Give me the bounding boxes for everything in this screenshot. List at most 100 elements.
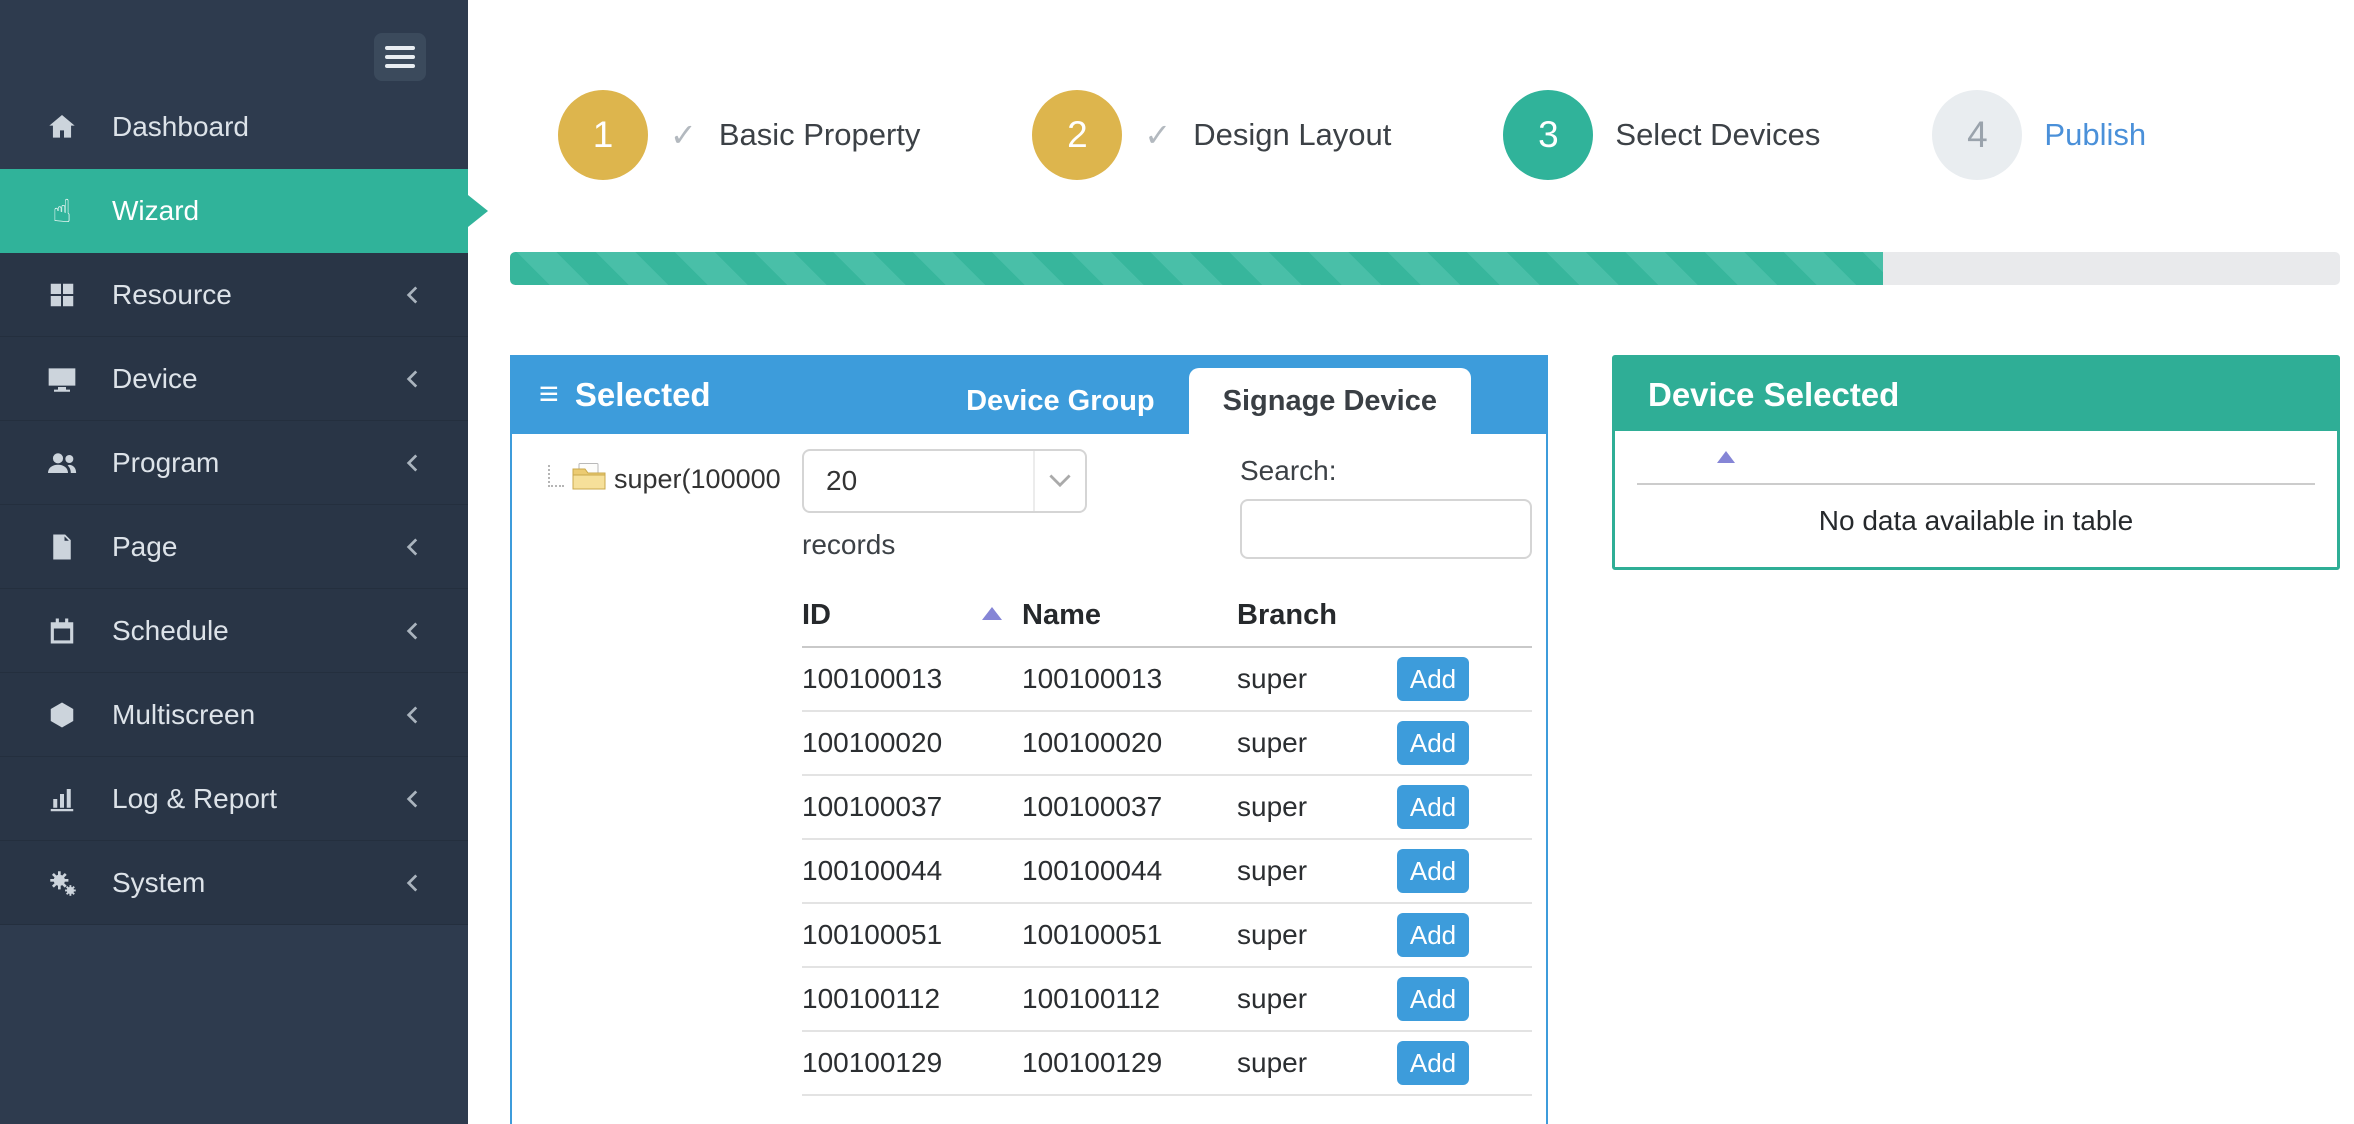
sidebar-menu: Dashboard ☝ Wizard Resource Device — [0, 85, 468, 925]
table-row: 100100013100100013superAdd — [802, 647, 1532, 711]
panels-row: ≡ Selected Device Group Signage Device — [510, 355, 2340, 1124]
tree-item-label: super(100000 — [614, 464, 781, 497]
sidebar: Dashboard ☝ Wizard Resource Device — [0, 0, 468, 1124]
panel-tabs: Device Group Signage Device — [932, 368, 1471, 434]
add-device-button[interactable]: Add — [1397, 1041, 1469, 1085]
add-device-button[interactable]: Add — [1397, 657, 1469, 701]
sidebar-item-label: Multiscreen — [112, 699, 255, 731]
tree-branch-line — [548, 465, 564, 487]
sidebar-item-log-report[interactable]: Log & Report — [0, 757, 468, 841]
cell-action: Add — [1397, 1031, 1532, 1095]
sidebar-item-device[interactable]: Device — [0, 337, 468, 421]
selected-panel-title: Selected — [575, 376, 711, 414]
gears-icon — [42, 867, 82, 899]
sidebar-item-label: System — [112, 867, 205, 899]
sidebar-item-page[interactable]: Page — [0, 505, 468, 589]
sidebar-item-label: Dashboard — [112, 111, 249, 143]
cell-action: Add — [1397, 711, 1532, 775]
app-root: Dashboard ☝ Wizard Resource Device — [0, 0, 2354, 1124]
column-header-name[interactable]: Name — [1022, 583, 1237, 647]
page-size-select[interactable]: 20 — [802, 449, 1087, 513]
add-device-button[interactable]: Add — [1397, 849, 1469, 893]
device-table-header-row: ID Name Branch — [802, 583, 1532, 647]
device-selected-header: Device Selected — [1615, 358, 2337, 431]
empty-table-message: No data available in table — [1615, 505, 2337, 537]
step-number-badge: 2 — [1032, 90, 1122, 180]
cell-id: 100100129 — [802, 1031, 1022, 1095]
tree-item-super[interactable]: super(100000 — [548, 462, 781, 497]
selected-panel-title-group: ≡ Selected — [539, 375, 711, 414]
cell-id: 100100044 — [802, 839, 1022, 903]
cell-id: 100100112 — [802, 967, 1022, 1031]
cell-id: 100100051 — [802, 903, 1022, 967]
device-selected-title: Device Selected — [1648, 376, 1899, 414]
check-icon: ✓ — [670, 116, 697, 154]
home-icon — [42, 111, 82, 143]
folder-icon — [572, 462, 606, 497]
sidebar-toggle-button[interactable] — [374, 33, 426, 81]
sidebar-item-dashboard[interactable]: Dashboard — [0, 85, 468, 169]
sort-asc-icon — [1717, 451, 1735, 463]
step-design-layout[interactable]: 2 ✓ Design Layout — [1032, 90, 1391, 180]
progress-fill — [510, 252, 1883, 285]
cell-branch: super — [1237, 1031, 1397, 1095]
cell-name: 100100112 — [1022, 967, 1237, 1031]
column-header-label: ID — [802, 599, 831, 631]
chevron-down-icon — [1033, 451, 1085, 511]
selected-panel: ≡ Selected Device Group Signage Device — [510, 355, 1548, 1124]
sidebar-item-multiscreen[interactable]: Multiscreen — [0, 673, 468, 757]
tab-signage-device[interactable]: Signage Device — [1189, 368, 1471, 434]
table-row: 100100037100100037superAdd — [802, 775, 1532, 839]
monitor-icon — [42, 363, 82, 395]
device-table: ID Name Branch 100100013100100013superAd… — [802, 583, 1532, 1096]
sidebar-item-system[interactable]: System — [0, 841, 468, 925]
sidebar-item-label: Device — [112, 363, 198, 395]
sidebar-item-wizard[interactable]: ☝ Wizard — [0, 169, 468, 253]
cell-branch: super — [1237, 903, 1397, 967]
chevron-left-icon — [400, 366, 426, 392]
add-device-button[interactable]: Add — [1397, 977, 1469, 1021]
chevron-left-icon — [400, 282, 426, 308]
table-row: 100100129100100129superAdd — [802, 1031, 1532, 1095]
cell-id: 100100013 — [802, 647, 1022, 711]
wizard-steps: 1 ✓ Basic Property 2 ✓ Design Layout 3 S… — [558, 90, 2354, 180]
sidebar-item-resource[interactable]: Resource — [0, 253, 468, 337]
step-publish[interactable]: 4 Publish — [1932, 90, 2146, 180]
tab-device-group[interactable]: Device Group — [932, 368, 1189, 434]
cell-branch: super — [1237, 839, 1397, 903]
add-device-button[interactable]: Add — [1397, 785, 1469, 829]
sidebar-item-label: Program — [112, 447, 219, 479]
step-label: Basic Property — [719, 117, 921, 153]
cell-branch: super — [1237, 711, 1397, 775]
chevron-left-icon — [400, 702, 426, 728]
selected-panel-body: super(100000 20 record — [512, 434, 1546, 1096]
sort-asc-icon — [982, 607, 1002, 620]
step-basic-property[interactable]: 1 ✓ Basic Property — [558, 90, 920, 180]
search-input[interactable] — [1240, 499, 1532, 559]
device-table-body: 100100013100100013superAdd10010002010010… — [802, 647, 1532, 1095]
sidebar-item-program[interactable]: Program — [0, 421, 468, 505]
step-select-devices[interactable]: 3 Select Devices — [1503, 90, 1820, 180]
cell-name: 100100044 — [1022, 839, 1237, 903]
cell-name: 100100037 — [1022, 775, 1237, 839]
step-label: Design Layout — [1193, 117, 1391, 153]
add-device-button[interactable]: Add — [1397, 913, 1469, 957]
step-label: Publish — [2044, 117, 2146, 153]
cell-action: Add — [1397, 967, 1532, 1031]
cell-action: Add — [1397, 903, 1532, 967]
list-icon: ≡ — [539, 375, 559, 414]
step-number-badge: 4 — [1932, 90, 2022, 180]
sidebar-item-label: Log & Report — [112, 783, 277, 815]
cell-id: 100100037 — [802, 775, 1022, 839]
cell-branch: super — [1237, 967, 1397, 1031]
cube-icon — [42, 700, 82, 730]
column-header-id[interactable]: ID — [802, 583, 1022, 647]
users-icon — [42, 447, 82, 479]
calendar-icon — [42, 616, 82, 646]
search-control: Search: — [1240, 449, 1532, 561]
column-header-branch[interactable]: Branch — [1237, 583, 1397, 647]
add-device-button[interactable]: Add — [1397, 721, 1469, 765]
hand-pointer-icon: ☝ — [42, 192, 82, 230]
sidebar-item-schedule[interactable]: Schedule — [0, 589, 468, 673]
cell-action: Add — [1397, 647, 1532, 711]
